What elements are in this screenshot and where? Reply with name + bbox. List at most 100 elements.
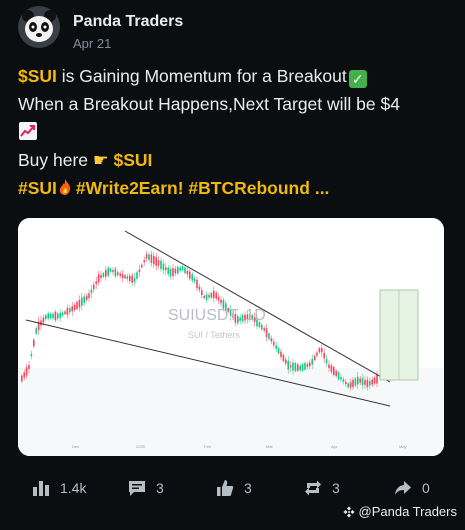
candle xyxy=(268,333,270,340)
binance-logo-icon xyxy=(343,506,355,517)
candle xyxy=(340,376,342,380)
candle xyxy=(47,313,49,319)
share-icon xyxy=(395,481,411,495)
candle xyxy=(342,379,345,382)
candle xyxy=(263,328,265,331)
candle xyxy=(90,289,93,294)
candle xyxy=(25,367,28,376)
hashtag-sui[interactable]: #SUI xyxy=(18,178,57,198)
views-action[interactable]: 1.4k xyxy=(32,478,86,498)
candle xyxy=(76,301,78,310)
candle xyxy=(71,306,73,312)
candle xyxy=(205,294,208,300)
candle xyxy=(217,296,220,301)
candle xyxy=(328,364,330,369)
post-text: is Gaining Momentum for a Breakout xyxy=(56,66,347,86)
candle xyxy=(318,348,321,353)
candle xyxy=(162,263,165,271)
candle xyxy=(119,273,121,276)
thumbs-up-icon xyxy=(217,480,234,496)
chart-image[interactable]: SUIUSDT, 1D SUI / Tethers Dec 2025 Feb M… xyxy=(18,218,444,456)
candle xyxy=(66,308,69,315)
candle xyxy=(143,260,145,263)
candle xyxy=(364,380,366,385)
reposts-action[interactable]: 3 xyxy=(304,478,340,498)
candle xyxy=(121,273,124,278)
candle xyxy=(138,269,141,273)
post-text: Buy here xyxy=(18,150,93,170)
candle xyxy=(57,313,59,319)
candle xyxy=(280,351,282,358)
post-date: Apr 21 xyxy=(73,36,112,51)
candle xyxy=(361,378,364,385)
candle xyxy=(179,267,181,271)
candle xyxy=(30,353,33,357)
candle xyxy=(52,313,54,319)
hashtag-write2earn[interactable]: #Write2Earn! xyxy=(76,178,184,198)
repost-icon xyxy=(305,480,321,496)
comments-action[interactable]: 3 xyxy=(128,478,164,498)
candle xyxy=(136,272,138,279)
panda-avatar[interactable] xyxy=(18,6,60,48)
x-tick: May xyxy=(399,444,407,449)
post-line-2: When a Breakout Happens,Next Target will… xyxy=(18,94,400,114)
reposts-count: 3 xyxy=(332,480,340,496)
post-line-4: Buy here ☛ $SUI xyxy=(18,146,448,174)
candle xyxy=(301,364,304,371)
post-body: $SUI is Gaining Momentum for a Breakout ✓… xyxy=(18,62,448,202)
candle xyxy=(371,379,373,385)
author-name[interactable]: Panda Traders xyxy=(73,13,183,31)
more-link[interactable]: ... xyxy=(315,178,330,198)
candle xyxy=(114,268,117,277)
candle xyxy=(54,311,57,321)
candle xyxy=(345,381,347,385)
candle xyxy=(304,362,306,370)
hashtag-btcrebound[interactable]: #BTCRebound xyxy=(188,178,310,198)
candle xyxy=(83,296,85,303)
candle xyxy=(359,378,361,383)
chart-increasing-icon xyxy=(19,122,37,140)
candle xyxy=(102,273,105,277)
candle xyxy=(165,267,167,271)
check-mark-icon: ✓ xyxy=(348,70,367,88)
candle xyxy=(210,292,213,298)
candle xyxy=(193,278,196,282)
candle xyxy=(292,362,294,371)
candle xyxy=(184,267,186,274)
candle xyxy=(215,292,217,299)
candle xyxy=(45,315,47,320)
binance-watermark: @Panda Traders xyxy=(343,504,457,519)
candle xyxy=(28,365,30,369)
candle xyxy=(124,275,126,279)
candle xyxy=(59,312,61,318)
candle xyxy=(131,275,133,283)
candle xyxy=(299,365,301,371)
candle xyxy=(73,304,76,310)
candle xyxy=(155,257,157,266)
candle xyxy=(160,260,162,270)
likes-action[interactable]: 3 xyxy=(216,478,252,498)
candle xyxy=(181,265,184,271)
candle xyxy=(126,276,129,279)
candle xyxy=(366,379,369,388)
share-action[interactable]: 0 xyxy=(394,478,430,498)
candle xyxy=(186,270,189,275)
candle xyxy=(129,275,131,282)
candle xyxy=(172,267,174,277)
candle xyxy=(321,348,323,353)
price-chart: SUIUSDT, 1D SUI / Tethers Dec 2025 Feb M… xyxy=(18,218,444,456)
ticker-link[interactable]: $SUI xyxy=(18,66,57,86)
likes-count: 3 xyxy=(244,480,252,496)
candle xyxy=(196,279,198,289)
x-tick: Mar xyxy=(266,444,274,449)
x-tick: Apr xyxy=(331,444,338,449)
candle xyxy=(148,254,150,261)
candle xyxy=(117,272,119,275)
post-header: Panda Traders Apr 21 xyxy=(18,6,448,51)
candle xyxy=(316,352,318,356)
candle xyxy=(191,274,193,281)
candle xyxy=(61,312,64,316)
ticker-link[interactable]: $SUI xyxy=(113,150,152,170)
candle xyxy=(141,264,143,268)
bar-chart-icon xyxy=(33,481,49,496)
